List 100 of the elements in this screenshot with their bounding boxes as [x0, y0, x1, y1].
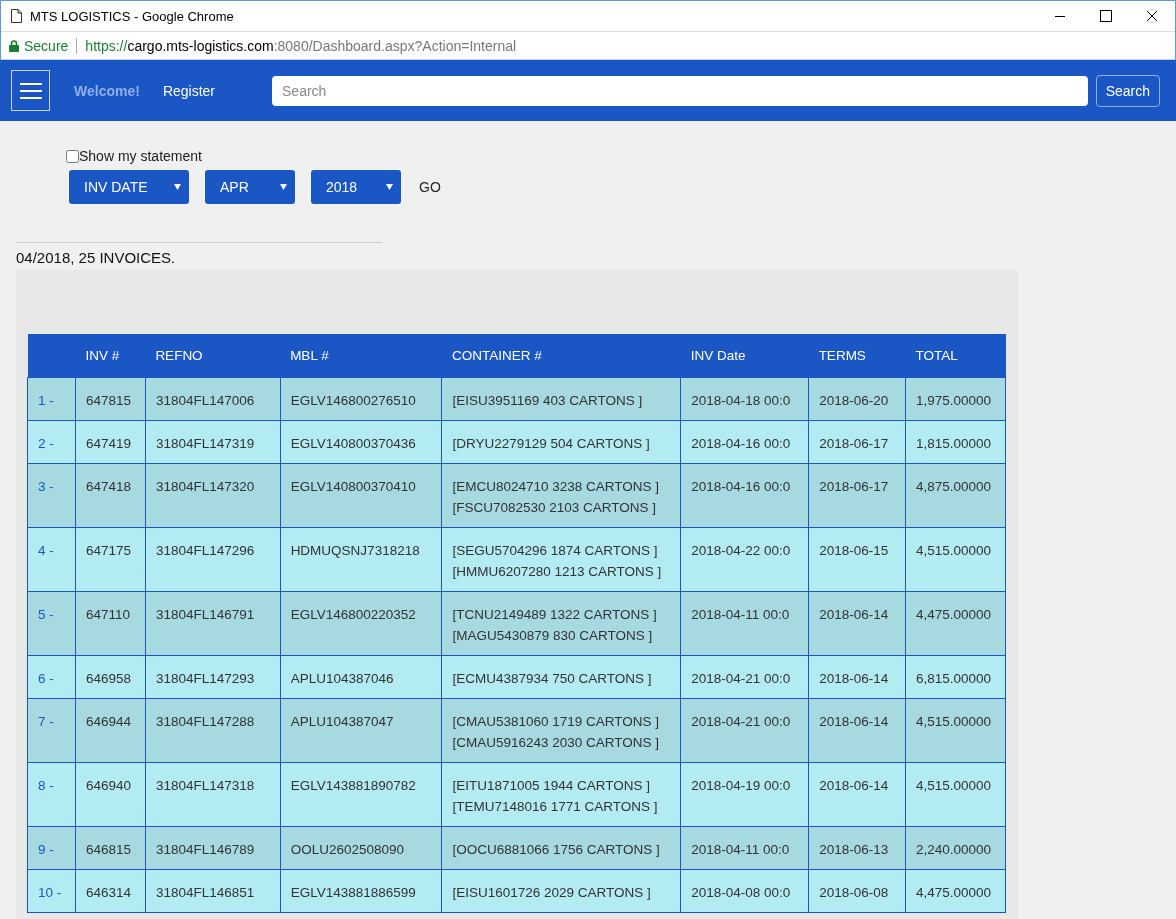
- lock-icon: [9, 39, 19, 52]
- url-text[interactable]: https://cargo.mts-logistics.com:8080/Dashboard.aspx?Action=Internal: [85, 37, 517, 54]
- terms-cell: 2018-06-17: [808, 463, 906, 527]
- terms-cell: 2018-06-17: [808, 420, 906, 463]
- invoice-number-cell: 646958: [75, 655, 146, 698]
- secure-label: Secure: [24, 37, 69, 54]
- row-number-link[interactable]: 2 -: [27, 420, 76, 463]
- row-number-link[interactable]: 3 -: [27, 463, 76, 527]
- invoice-summary: 04/2018, 25 INVOICES.: [16, 249, 177, 266]
- date-cell: 2018-04-16 00:0: [680, 420, 809, 463]
- date-cell: 2018-04-11 00:0: [680, 826, 809, 869]
- date-cell: 2018-04-08 00:0: [680, 869, 809, 912]
- date-cell: 2018-04-19 00:0: [680, 762, 809, 826]
- reference-cell: 31804FL146851: [145, 869, 281, 912]
- column-header: TERMS: [808, 334, 906, 377]
- total-cell: 1,975.00000: [905, 377, 1006, 420]
- total-cell: 6,815.00000: [905, 655, 1006, 698]
- invoice-number-cell: 647418: [75, 463, 146, 527]
- row-number-link[interactable]: 4 -: [27, 527, 76, 591]
- terms-cell: 2018-06-14: [808, 762, 906, 826]
- container-cell: [OOCU6881066 1756 CARTONS ]: [441, 826, 681, 869]
- row-number-link[interactable]: 5 -: [27, 591, 76, 655]
- caret-icon: [174, 184, 181, 190]
- row-number-link[interactable]: 1 -: [27, 377, 76, 420]
- container-cell: [EMCU8024710 3238 CARTONS ] [FSCU7082530 2103 CARTONS ]: [441, 463, 681, 527]
- reference-cell: 31804FL147288: [145, 698, 281, 762]
- container-cell: [TCNU2149489 1322 CARTONS ] [MAGU5430879 830 CARTONS ]: [441, 591, 681, 655]
- mbl-cell: APLU104387046: [280, 655, 442, 698]
- container-cell: [ECMU4387934 750 CARTONS ]: [441, 655, 681, 698]
- row-number-link[interactable]: 6 -: [27, 655, 76, 698]
- mbl-cell: APLU104387047: [280, 698, 442, 762]
- reference-cell: 31804FL147320: [145, 463, 281, 527]
- date-cell: 2018-04-11 00:0: [680, 591, 809, 655]
- mbl-cell: OOLU2602508090: [280, 826, 442, 869]
- total-cell: 4,475.00000: [905, 869, 1006, 912]
- mbl-cell: EGLV140800370410: [280, 463, 442, 527]
- menu-button[interactable]: [11, 70, 50, 111]
- statement-checkbox[interactable]: [66, 149, 79, 163]
- container-cell: [EISU3951169 403 CARTONS ]: [441, 377, 681, 420]
- dropdown[interactable]: 2018: [311, 170, 401, 204]
- invoice-number-cell: 647815: [75, 377, 146, 420]
- terms-cell: 2018-06-14: [808, 655, 906, 698]
- mbl-cell: EGLV146800276510: [280, 377, 442, 420]
- maximize-icon: [1100, 10, 1112, 22]
- total-cell: 4,875.00000: [905, 463, 1006, 527]
- column-header: CONTAINER #: [441, 334, 681, 377]
- total-cell: 4,515.00000: [905, 762, 1006, 826]
- total-cell: 4,475.00000: [905, 591, 1006, 655]
- row-number-link[interactable]: 8 -: [27, 762, 76, 826]
- terms-cell: 2018-06-13: [808, 826, 906, 869]
- terms-cell: 2018-06-08: [808, 869, 906, 912]
- date-cell: 2018-04-22 00:0: [680, 527, 809, 591]
- terms-cell: 2018-06-20: [808, 377, 906, 420]
- reference-cell: 31804FL147296: [145, 527, 281, 591]
- checkbox-label: Show my statement: [79, 148, 202, 164]
- reference-cell: 31804FL147319: [145, 420, 281, 463]
- dropdown[interactable]: INV DATE: [69, 170, 189, 204]
- date-cell: 2018-04-18 00:0: [680, 377, 809, 420]
- invoice-number-cell: 646314: [75, 869, 146, 912]
- search-field[interactable]: Search: [272, 75, 1088, 106]
- reference-cell: 31804FL147293: [145, 655, 281, 698]
- column-header: REFNO: [145, 334, 281, 377]
- terms-cell: 2018-06-14: [808, 698, 906, 762]
- date-cell: 2018-04-21 00:0: [680, 655, 809, 698]
- container-cell: [CMAU5381060 1719 CARTONS ] [CMAU5916243 2030 CARTONS ]: [441, 698, 681, 762]
- mbl-cell: EGLV143881886599: [280, 869, 442, 912]
- row-number-link[interactable]: 9 -: [27, 826, 76, 869]
- reference-cell: 31804FL146789: [145, 826, 281, 869]
- dropdown[interactable]: APR: [205, 170, 295, 204]
- total-cell: 4,515.00000: [905, 527, 1006, 591]
- container-cell: [EISU1601726 2029 CARTONS ]: [441, 869, 681, 912]
- search-button[interactable]: Search: [1095, 74, 1160, 107]
- column-header: INV Date: [680, 334, 809, 377]
- row-number-link[interactable]: 10 -: [27, 869, 76, 912]
- invoice-number-cell: 646815: [75, 826, 146, 869]
- column-header: MBL #: [280, 334, 442, 377]
- window-title: MTS LOGISTICS - Google Chrome: [30, 8, 234, 24]
- total-cell: 1,815.00000: [905, 420, 1006, 463]
- terms-cell: 2018-06-15: [808, 527, 906, 591]
- invoice-number-cell: 647110: [75, 591, 146, 655]
- date-cell: 2018-04-21 00:0: [680, 698, 809, 762]
- date-cell: 2018-04-16 00:0: [680, 463, 809, 527]
- container-cell: [SEGU5704296 1874 CARTONS ] [HMMU6207280 1213 CARTONS ]: [441, 527, 681, 591]
- column-header: INV #: [75, 334, 146, 377]
- row-number-link[interactable]: 7 -: [27, 698, 76, 762]
- go-button[interactable]: GO: [419, 179, 441, 195]
- page-icon: [11, 9, 22, 23]
- close-icon: [1146, 10, 1158, 22]
- caret-icon: [386, 184, 393, 190]
- caret-icon: [280, 184, 287, 190]
- container-cell: [EITU1871005 1944 CARTONS ] [TEMU7148016 1771 CARTONS ]: [441, 762, 681, 826]
- register-link[interactable]: Register: [162, 82, 215, 99]
- reference-cell: 31804FL147006: [145, 377, 281, 420]
- reference-cell: 31804FL147318: [145, 762, 281, 826]
- total-cell: 2,240.00000: [905, 826, 1006, 869]
- container-cell: [DRYU2279129 504 CARTONS ]: [441, 420, 681, 463]
- mbl-cell: HDMUQSNJ7318218: [280, 527, 442, 591]
- mbl-cell: EGLV140800370436: [280, 420, 442, 463]
- reference-cell: 31804FL146791: [145, 591, 281, 655]
- column-header: TOTAL: [905, 334, 1006, 377]
